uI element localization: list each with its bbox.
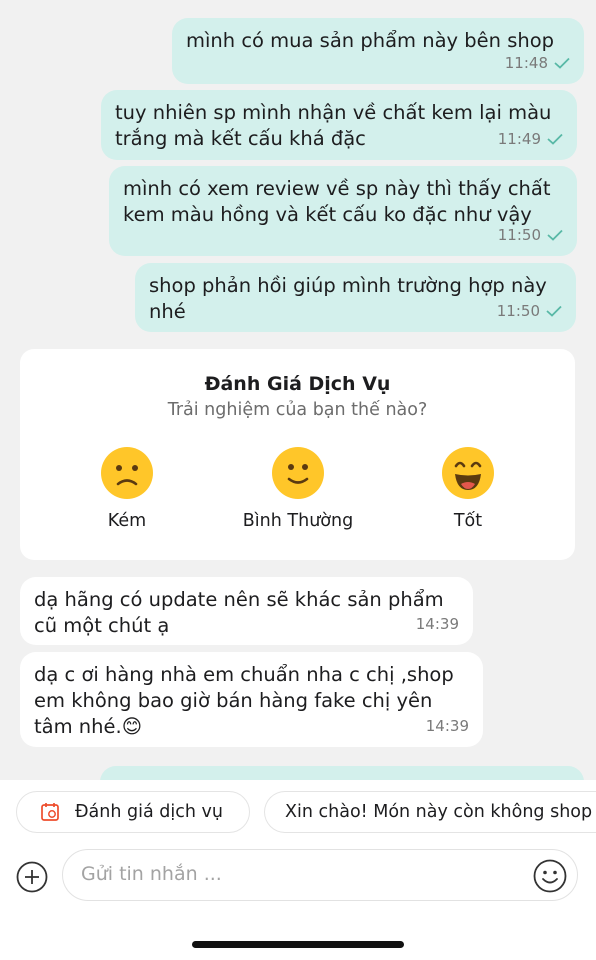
message-time: 14:39 <box>425 717 469 735</box>
chip-label: Đánh giá dịch vụ <box>75 802 223 822</box>
message-time: 11:50 <box>496 302 540 320</box>
message-time: 11:49 <box>497 130 541 148</box>
read-check-icon <box>547 229 563 241</box>
outgoing-message[interactable]: tuy nhiên sp mình nhận về chất kem lại m… <box>101 90 577 160</box>
rating-option-label: Kém <box>107 511 147 531</box>
message-text: tuy nhiên sp mình nhận về chất kem lại m… <box>115 101 552 150</box>
add-attachment-icon[interactable] <box>16 861 48 893</box>
home-indicator <box>192 941 404 948</box>
rating-option-label: Bình Thường <box>242 511 354 531</box>
outgoing-message[interactable]: mình có mua sản phẩm này bên shop 11:48 <box>172 18 584 84</box>
rating-option-normal[interactable]: Bình Thường <box>218 447 378 531</box>
sad-face-icon <box>101 447 153 499</box>
incoming-message[interactable]: dạ c ơi hàng nhà em chuẩn nha c chị ,sho… <box>20 652 483 747</box>
incoming-message[interactable]: dạ hãng có update nên sẽ khác sản phẩm c… <box>20 577 473 645</box>
chat-thread: mình có mua sản phẩm này bên shop 11:48 … <box>0 0 596 780</box>
message-text: dạ c ơi hàng nhà em chuẩn nha c chị ,sho… <box>34 663 454 738</box>
outgoing-message[interactable]: mình có xem review về sp này thì thấy ch… <box>109 166 577 256</box>
rating-option-bad[interactable]: Kém <box>47 447 207 531</box>
message-text: dạ hãng có update nên sẽ khác sản phẩm c… <box>34 588 444 637</box>
happy-face-icon <box>442 447 494 499</box>
message-time: 11:50 <box>497 226 541 244</box>
rate-service-chip[interactable]: Đánh giá dịch vụ <box>16 791 250 833</box>
outgoing-message[interactable] <box>100 766 584 780</box>
message-input[interactable]: Gửi tin nhắn ... <box>62 849 578 901</box>
service-rating-card: Đánh Giá Dịch Vụ Trải nghiệm của bạn thế… <box>20 349 575 560</box>
read-check-icon <box>547 133 563 145</box>
message-input-placeholder: Gửi tin nhắn ... <box>81 863 222 885</box>
rating-option-good[interactable]: Tốt <box>388 447 548 531</box>
read-check-icon <box>546 305 562 317</box>
message-time: 11:48 <box>504 54 548 72</box>
rating-option-label: Tốt <box>453 511 483 531</box>
message-text: mình có xem review về sp này thì thấy ch… <box>123 177 551 226</box>
rating-title: Đánh Giá Dịch Vụ <box>204 373 391 395</box>
chip-label: Xin chào! Món này còn không shop <box>285 802 593 822</box>
rate-service-icon <box>41 803 59 821</box>
message-time: 14:39 <box>415 615 459 633</box>
outgoing-message[interactable]: shop phản hồi giúp mình trường hợp này n… <box>135 263 576 332</box>
emoji-icon[interactable] <box>533 859 567 893</box>
rating-subtitle: Trải nghiệm của bạn thế nào? <box>167 400 428 420</box>
neutral-face-icon <box>272 447 324 499</box>
read-check-icon <box>554 57 570 69</box>
greeting-chip[interactable]: Xin chào! Món này còn không shop <box>264 791 596 833</box>
